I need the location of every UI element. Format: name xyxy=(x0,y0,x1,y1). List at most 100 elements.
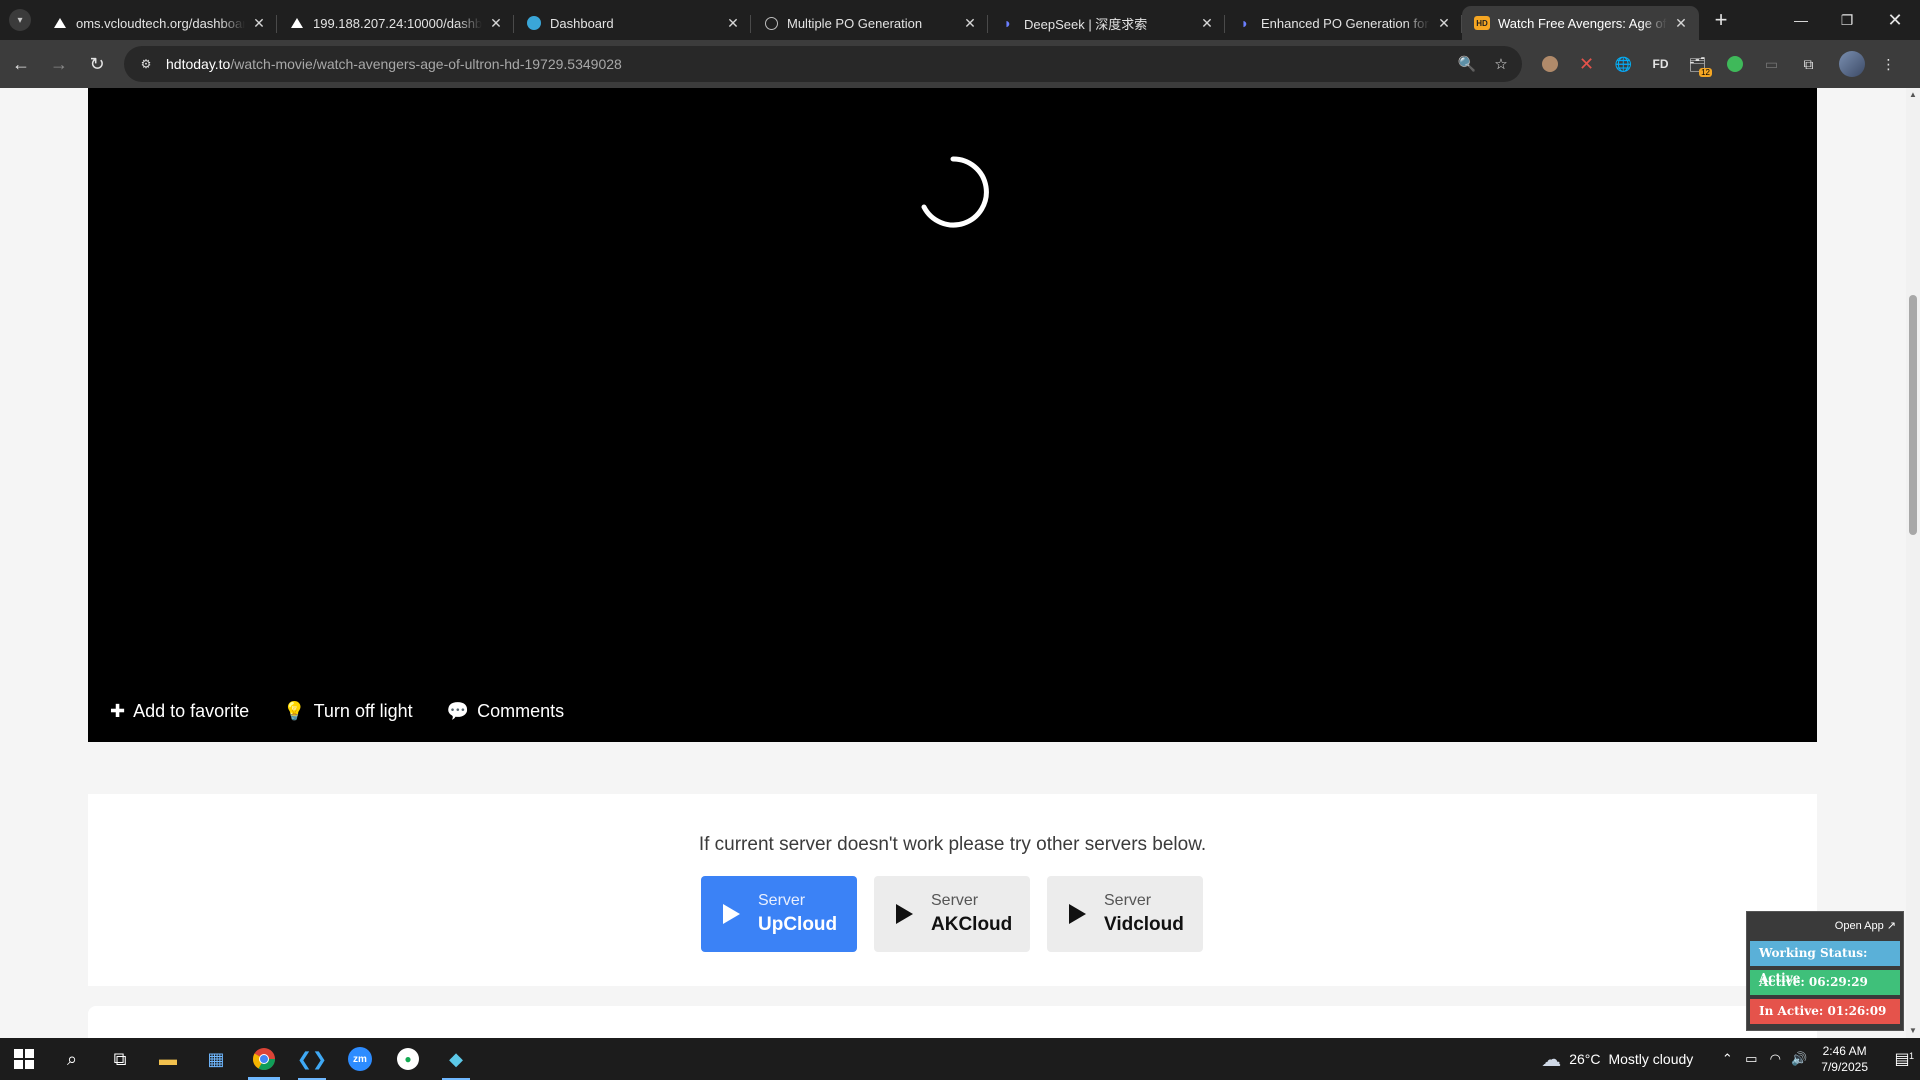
browser-toolbar: ← → ↻ ⚙ hdtoday.to/watch-movie/watch-ave… xyxy=(0,40,1920,88)
triangle-icon xyxy=(289,15,305,31)
profile-avatar[interactable] xyxy=(1837,50,1866,79)
chrome-icon[interactable] xyxy=(240,1038,288,1080)
close-icon[interactable]: ✕ xyxy=(488,15,504,31)
window-close-button[interactable]: ✕ xyxy=(1870,0,1920,40)
server-button-upcloud[interactable]: Server UpCloud xyxy=(701,876,857,952)
extensions-puzzle-icon[interactable]: ⧉ xyxy=(1794,50,1823,79)
server-panel: If current server doesn't work please tr… xyxy=(88,794,1817,986)
circle-app-icon xyxy=(526,15,542,31)
notification-icon: ▤ xyxy=(1894,1051,1910,1068)
extension-fd-icon[interactable]: FD xyxy=(1646,50,1675,79)
tab-multiple-po[interactable]: Multiple PO Generation ✕ xyxy=(751,6,988,40)
close-icon[interactable]: ✕ xyxy=(1673,15,1689,31)
close-icon[interactable]: ✕ xyxy=(251,15,267,31)
site-info-icon[interactable]: ⚙ xyxy=(136,54,156,74)
extension-owl-icon[interactable] xyxy=(1535,50,1564,79)
server-label: Server xyxy=(758,892,806,909)
windows-taskbar: ⌕ ⧉ ▬ ▦ ❮❯ zm ● ◆ ☁ 26°C Mostly cloudy ⌃… xyxy=(0,1038,1920,1080)
inactive-time: In Active: 01:26:09 xyxy=(1750,999,1900,1024)
extension-cast-icon[interactable]: ▭ xyxy=(1757,50,1786,79)
tab-dashboard[interactable]: Dashboard ✕ xyxy=(514,6,751,40)
chevron-down-icon: ▾ xyxy=(9,9,31,31)
battery-icon[interactable]: ▭ xyxy=(1739,1051,1763,1067)
tab-ip-dashboard[interactable]: 199.188.207.24:10000/dashboard ✕ xyxy=(277,6,514,40)
player-actions: ✚ Add to favorite 💡 Turn off light 💬 Com… xyxy=(110,701,564,722)
chevron-up-icon[interactable]: ⌃ xyxy=(1715,1051,1739,1067)
tab-watch-avengers[interactable]: HD Watch Free Avengers: Age of U ✕ xyxy=(1462,6,1699,40)
store-icon[interactable]: ▦ xyxy=(192,1038,240,1080)
lightbulb-icon: 💡 xyxy=(283,701,306,721)
tab-oms-dashboard[interactable]: oms.vcloudtech.org/dashboard ✕ xyxy=(40,6,277,40)
turn-off-light-button[interactable]: 💡 Turn off light xyxy=(283,701,412,722)
turn-off-light-label: Turn off light xyxy=(313,701,413,721)
server-label: Server xyxy=(931,892,979,909)
cloud-icon: ☁ xyxy=(1541,1048,1562,1071)
server-name: Vidcloud xyxy=(1104,914,1184,935)
server-name: UpCloud xyxy=(758,914,838,935)
globe-icon xyxy=(763,15,779,31)
open-app-link[interactable]: Open App ↗ xyxy=(1750,915,1900,937)
tab-search-button[interactable]: ▾ xyxy=(0,0,40,40)
video-player[interactable]: ✚ Add to favorite 💡 Turn off light 💬 Com… xyxy=(88,88,1817,742)
vscode-icon[interactable]: ❮❯ xyxy=(288,1038,336,1080)
weather-widget[interactable]: ☁ 26°C Mostly cloudy xyxy=(1541,1047,1693,1072)
tab-title: Enhanced PO Generation for M xyxy=(1261,15,1430,31)
server-button-akcloud[interactable]: Server AKCloud xyxy=(874,876,1030,952)
menu-dots-icon[interactable]: ⋮ xyxy=(1874,50,1903,79)
mongodb-compass-icon[interactable]: ● xyxy=(384,1038,432,1080)
notification-center-button[interactable]: ▤ 1 xyxy=(1884,1049,1920,1069)
forward-button[interactable]: → xyxy=(42,47,76,81)
extension-x-icon[interactable]: ✕ xyxy=(1572,50,1601,79)
browser-tab-bar: ▾ oms.vcloudtech.org/dashboard ✕ 199.188… xyxy=(0,0,1920,40)
tab-enhanced-po[interactable]: ◗ Enhanced PO Generation for M ✕ xyxy=(1225,6,1462,40)
zoom-app-icon[interactable]: zm xyxy=(336,1038,384,1080)
app-diamond-icon[interactable]: ◆ xyxy=(432,1038,480,1080)
back-button[interactable]: ← xyxy=(4,47,38,81)
close-icon[interactable]: ✕ xyxy=(725,15,741,31)
minimize-button[interactable]: — xyxy=(1778,0,1824,40)
add-to-favorite-button[interactable]: ✚ Add to favorite xyxy=(110,701,249,722)
tab-title: Watch Free Avengers: Age of U xyxy=(1498,15,1667,31)
windows-logo-icon xyxy=(14,1049,34,1069)
search-icon[interactable]: ⌕ xyxy=(48,1038,96,1080)
file-explorer-icon[interactable]: ▬ xyxy=(144,1038,192,1080)
task-view-icon[interactable]: ⧉ xyxy=(96,1038,144,1080)
volume-icon[interactable]: 🔊 xyxy=(1787,1051,1811,1067)
extension-green-icon[interactable] xyxy=(1720,50,1749,79)
address-bar[interactable]: ⚙ hdtoday.to/watch-movie/watch-avengers-… xyxy=(124,46,1522,82)
tab-strip: oms.vcloudtech.org/dashboard ✕ 199.188.2… xyxy=(40,0,1699,40)
web-page: ✚ Add to favorite 💡 Turn off light 💬 Com… xyxy=(0,88,1906,1038)
clock[interactable]: 2:46 AM 7/9/2025 xyxy=(1821,1043,1868,1075)
url-text: hdtoday.to/watch-movie/watch-avengers-ag… xyxy=(166,56,622,72)
temperature: 26°C xyxy=(1569,1051,1601,1067)
scrollbar-thumb[interactable] xyxy=(1909,295,1917,535)
window-controls: — ❐ ✕ xyxy=(1778,0,1920,40)
clock-date: 7/9/2025 xyxy=(1821,1060,1868,1074)
server-button-vidcloud[interactable]: Server Vidcloud xyxy=(1047,876,1203,952)
zoom-icon[interactable]: 🔍 xyxy=(1456,53,1478,75)
tab-title: Dashboard xyxy=(550,15,614,31)
chrome-logo-icon xyxy=(253,1048,275,1070)
scroll-down-icon[interactable]: ▼ xyxy=(1908,1026,1918,1036)
reload-button[interactable]: ↻ xyxy=(80,47,114,81)
time-tracker-widget: Open App ↗ Working Status: Active Active… xyxy=(1746,911,1904,1031)
tab-deepseek[interactable]: ◗ DeepSeek | 深度求索 ✕ xyxy=(988,6,1225,40)
wifi-icon[interactable]: ◠ xyxy=(1763,1051,1787,1067)
restore-button[interactable]: ❐ xyxy=(1824,0,1870,40)
close-icon[interactable]: ✕ xyxy=(962,15,978,31)
whale-icon: ◗ xyxy=(1003,15,1013,31)
scroll-up-icon[interactable]: ▲ xyxy=(1908,90,1918,100)
tab-title: 199.188.207.24:10000/dashboard xyxy=(313,15,482,31)
bookmark-star-icon[interactable]: ☆ xyxy=(1490,53,1512,75)
plus-icon: ✚ xyxy=(110,701,126,721)
new-tab-button[interactable]: + xyxy=(1703,2,1739,38)
close-icon[interactable]: ✕ xyxy=(1436,15,1452,31)
whale-icon: ◗ xyxy=(1240,15,1250,31)
close-icon[interactable]: ✕ xyxy=(1199,15,1215,31)
loading-spinner-icon xyxy=(921,156,989,228)
extension-globe-icon[interactable]: 🌐 xyxy=(1609,50,1638,79)
start-button[interactable] xyxy=(0,1038,48,1080)
comments-button[interactable]: 💬 Comments xyxy=(447,701,564,722)
extension-badge-icon[interactable]: 🗂 12 xyxy=(1683,50,1712,79)
page-scrollbar[interactable]: ▲ ▼ xyxy=(1906,88,1920,1038)
